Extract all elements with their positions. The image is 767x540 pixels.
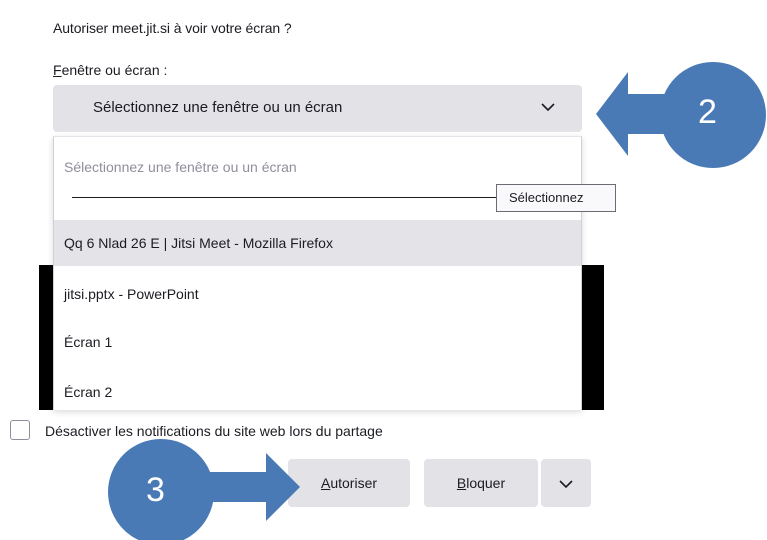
block-accesskey: B: [456, 475, 467, 491]
tooltip: Sélectionnez: [496, 184, 616, 212]
field-label-accesskey: F: [53, 62, 62, 78]
share-screen-dialog: Autoriser meet.jit.si à voir votre écran…: [0, 0, 767, 540]
chevron-down-icon: [559, 480, 573, 489]
dropdown-option-screen-2[interactable]: Écran 2: [54, 369, 581, 410]
window-select-label: Sélectionnez une fenêtre ou un écran: [93, 99, 343, 116]
allow-accesskey: A: [320, 475, 331, 491]
allow-button[interactable]: Autoriser: [288, 459, 410, 507]
step-2-arrow: [596, 72, 680, 156]
block-label: loquer: [466, 475, 506, 491]
disable-notifications-label: Désactiver les notifications du site web…: [45, 423, 383, 439]
window-select[interactable]: Sélectionnez une fenêtre ou un écran: [53, 85, 582, 132]
step-3-label: 3: [146, 471, 165, 509]
window-select-dropdown: Sélectionnez une fenêtre ou un écran Qq …: [53, 136, 582, 410]
dropdown-separator: [72, 197, 497, 198]
prompt-title: Autoriser meet.jit.si à voir votre écran…: [53, 20, 292, 36]
dropdown-placeholder-option[interactable]: Sélectionnez une fenêtre ou un écran: [64, 159, 297, 175]
dropdown-option-firefox[interactable]: Qq 6 Nlad 26 E | Jitsi Meet - Mozilla Fi…: [54, 220, 581, 266]
step-2-label: 2: [698, 93, 717, 131]
field-label: Fenêtre ou écran :: [53, 62, 167, 78]
chevron-down-icon: [541, 103, 555, 112]
dropdown-option-screen-1[interactable]: Écran 1: [54, 319, 581, 365]
field-label-text: enêtre ou écran :: [61, 62, 168, 78]
step-3-arrow: [200, 453, 300, 521]
more-options-button[interactable]: [541, 459, 591, 507]
disable-notifications-checkbox[interactable]: [10, 420, 30, 440]
block-button[interactable]: Bloquer: [424, 459, 538, 507]
dropdown-option-powerpoint[interactable]: jitsi.pptx - PowerPoint: [54, 271, 581, 317]
allow-label: utoriser: [330, 475, 378, 491]
